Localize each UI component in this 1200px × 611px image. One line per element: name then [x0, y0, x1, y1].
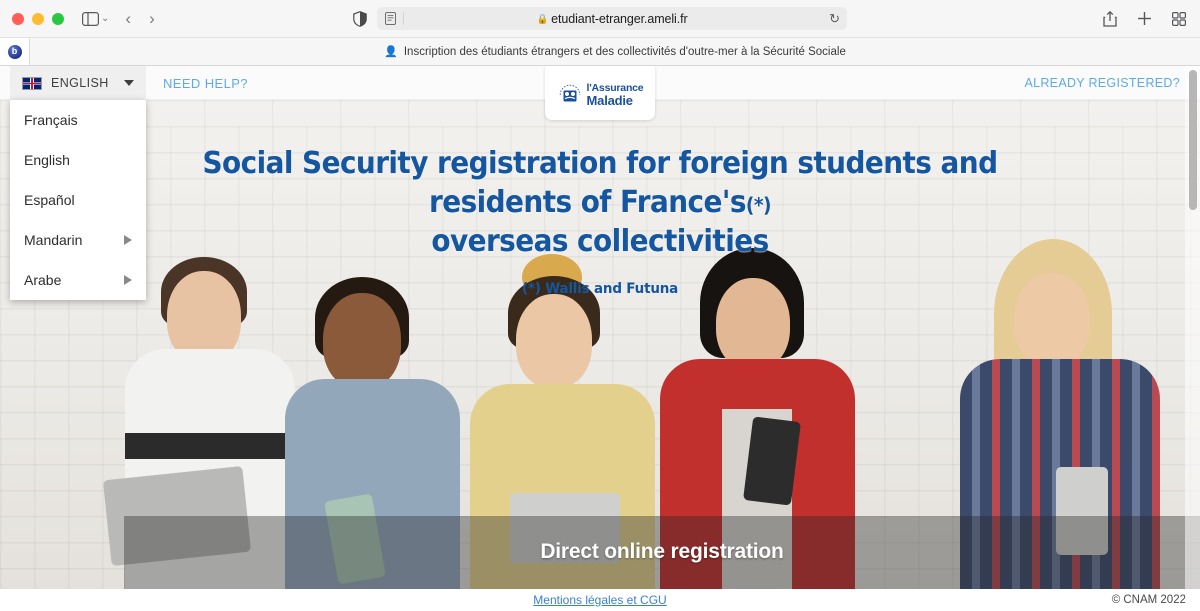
- toolbar-right-actions: [1103, 10, 1186, 27]
- language-selector-button[interactable]: ENGLISH: [10, 66, 146, 100]
- language-option-mandarin[interactable]: Mandarin: [10, 220, 146, 260]
- language-selector-label: ENGLISH: [51, 76, 109, 90]
- hero-headline-asterisk: (*): [745, 193, 772, 217]
- language-option-label: Français: [24, 112, 78, 128]
- navigation-buttons: ‹ ›: [125, 9, 154, 29]
- already-registered-link[interactable]: ALREADY REGISTERED?: [1024, 66, 1180, 100]
- language-option-label: Mandarin: [24, 232, 83, 248]
- logo-text: l'Assurance Maladie: [586, 81, 644, 108]
- web-page: ENGLISH NEED HELP? l'Assurance Maladie A…: [0, 66, 1200, 611]
- address-bar[interactable]: 🔒 etudiant-etranger.ameli.fr ↻: [377, 7, 847, 30]
- language-option-francais[interactable]: Français: [10, 100, 146, 140]
- tab-overview-icon[interactable]: [1172, 11, 1186, 26]
- secu-emblem-icon: 👤: [384, 46, 398, 58]
- address-bar-group: 🔒 etudiant-etranger.ameli.fr ↻: [353, 7, 847, 30]
- safari-window: ⌄ ‹ › 🔒 etudiant-etranger.ameli.fr ↻ b 👤…: [0, 0, 1200, 611]
- scrollbar-thumb[interactable]: [1189, 70, 1197, 210]
- close-window-button[interactable]: [12, 12, 24, 25]
- language-option-english[interactable]: English: [10, 140, 146, 180]
- page-footer: Mentions légales et CGU © CNAM 2022: [0, 589, 1200, 611]
- sidebar-chevron-down-icon[interactable]: ⌄: [101, 13, 109, 24]
- hero-headline-group: Social Security registration for foreign…: [0, 144, 1200, 297]
- registration-title: Direct online registration: [540, 540, 784, 563]
- url-text-group: 🔒 etudiant-etranger.ameli.fr: [377, 12, 847, 26]
- logo-line1: l'Assurance: [586, 81, 644, 94]
- hero-headline-line2: overseas collectivities: [431, 224, 769, 259]
- chevron-down-icon: [124, 80, 134, 86]
- hero-headline-text: Social Security registration for foreign…: [202, 146, 998, 220]
- language-option-arabe[interactable]: Arabe: [10, 260, 146, 300]
- need-help-link[interactable]: NEED HELP?: [163, 66, 248, 100]
- browser-tab[interactable]: b: [0, 38, 30, 65]
- tab-title-text: Inscription des étudiants étrangers et d…: [403, 45, 846, 58]
- forward-arrow-icon[interactable]: ›: [149, 9, 155, 29]
- page-scrollbar[interactable]: [1185, 66, 1200, 611]
- url-text: etudiant-etranger.ameli.fr: [551, 11, 688, 26]
- hero-banner: Social Security registration for foreign…: [0, 100, 1200, 589]
- logo-line2: Maladie: [586, 92, 633, 108]
- language-option-espanol[interactable]: Español: [10, 180, 146, 220]
- ameli-favicon: b: [7, 44, 22, 59]
- copyright-text: © CNAM 2022: [1111, 594, 1186, 606]
- hero-headline: Social Security registration for foreign…: [163, 144, 1037, 261]
- securite-sociale-emblem-icon: [557, 82, 583, 108]
- submenu-arrow-icon: [124, 235, 132, 245]
- tab-strip: b 👤 Inscription des étudiants étrangers …: [0, 38, 1200, 66]
- share-icon[interactable]: [1103, 10, 1117, 27]
- uk-flag-icon: [22, 76, 42, 90]
- new-tab-icon[interactable]: [1137, 11, 1152, 26]
- registration-panel: Direct online registration Your circumst…: [124, 516, 1200, 589]
- legal-notice-link[interactable]: Mentions légales et CGU: [533, 593, 666, 607]
- back-arrow-icon[interactable]: ‹: [125, 9, 131, 29]
- language-option-label: Arabe: [24, 272, 62, 288]
- reload-icon[interactable]: ↻: [829, 11, 840, 27]
- hero-subheadline: (*) Wallis and Futuna: [521, 281, 679, 297]
- language-option-label: English: [24, 152, 70, 168]
- window-controls: [12, 12, 64, 25]
- language-dropdown-menu: Français English Español Mandarin Arabe: [10, 100, 146, 300]
- privacy-shield-icon[interactable]: [353, 10, 367, 27]
- maximize-window-button[interactable]: [52, 12, 64, 25]
- browser-toolbar: ⌄ ‹ › 🔒 etudiant-etranger.ameli.fr ↻: [0, 0, 1200, 38]
- submenu-arrow-icon: [124, 275, 132, 285]
- site-header: ENGLISH NEED HELP? l'Assurance Maladie A…: [0, 66, 1200, 120]
- language-option-label: Español: [24, 192, 75, 208]
- assurance-maladie-logo[interactable]: l'Assurance Maladie: [545, 66, 655, 120]
- minimize-window-button[interactable]: [32, 12, 44, 25]
- lock-icon: 🔒: [536, 13, 549, 25]
- logo-inner: l'Assurance Maladie: [557, 82, 644, 108]
- tab-title-bar: 👤 Inscription des étudiants étrangers et…: [30, 38, 1200, 65]
- sidebar-toggle-icon[interactable]: [82, 11, 99, 26]
